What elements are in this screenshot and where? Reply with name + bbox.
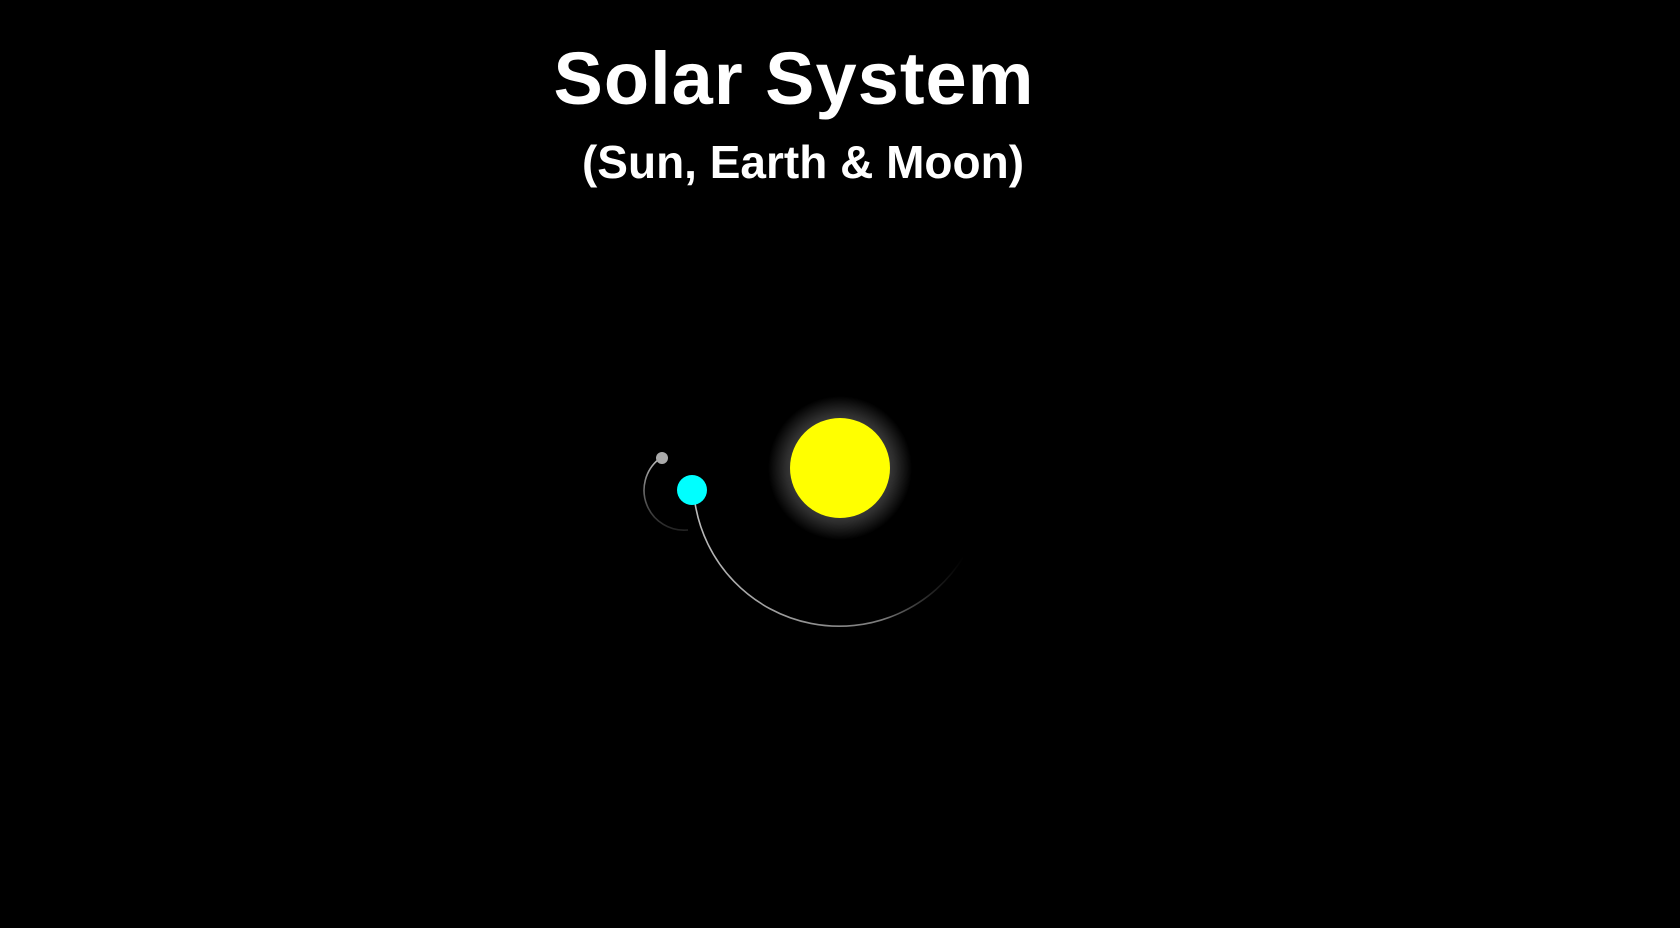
- moon: [656, 452, 668, 464]
- sun: [790, 418, 890, 518]
- solar-system-page: Solar System (Sun, Earth & Moon): [0, 0, 1680, 928]
- solar-system-canvas: [643, 396, 965, 628]
- earth: [677, 475, 707, 505]
